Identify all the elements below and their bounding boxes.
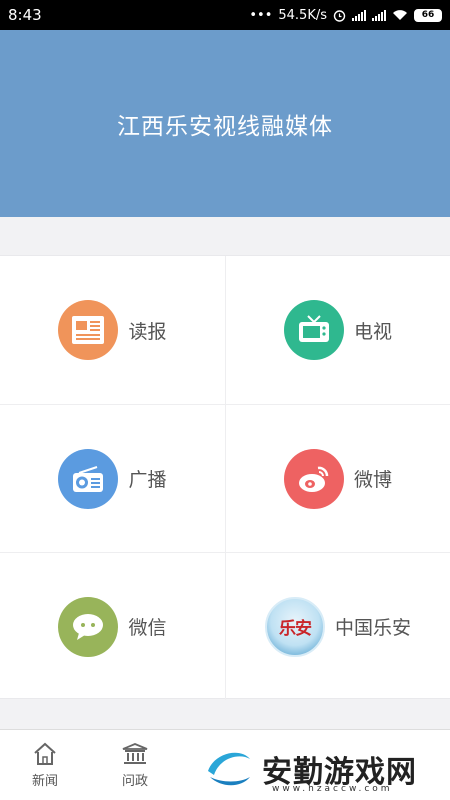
tv-icon [283,300,344,360]
watermark-overlay: 安勤游戏网 www.hzaccw.com [200,738,450,800]
menu-item-newspaper[interactable]: 读报 [0,256,225,404]
lean-logo-text: 乐安 [278,619,312,639]
menu-label-newspaper: 读报 [128,320,167,343]
status-indicators: ••• 54.5K/s 66 [249,8,442,23]
radio-icon [58,448,119,509]
menu-grid: 读报 电视 广播 微博 微信 乐安 中国乐安 [0,255,450,700]
menu-label-radio: 广播 [128,469,167,491]
app-title: 江西乐安视线融媒体 [117,113,333,140]
watermark-logo-icon [202,743,254,795]
more-dots-icon: ••• [249,7,273,23]
signal-icon-2 [372,9,386,21]
menu-label-china-lean: 中国乐安 [334,617,411,639]
wifi-icon [393,10,407,20]
nav-label-news: 新闻 [31,773,58,789]
status-bar: 8:43 ••• 54.5K/s 66 [0,0,450,30]
menu-label-weibo: 微博 [353,469,392,491]
government-icon [122,742,148,764]
watermark-url: www.hzaccw.com [272,784,393,794]
wechat-icon [58,596,119,657]
menu-item-radio[interactable]: 广播 [0,404,225,552]
newspaper-icon [58,300,119,360]
menu-item-wechat[interactable]: 微信 [0,552,225,700]
menu-item-china-lean[interactable]: 乐安 中国乐安 [225,552,450,700]
nav-item-politics[interactable]: 问政 [90,730,180,800]
menu-item-tv[interactable]: 电视 [225,256,450,404]
header-banner: 江西乐安视线融媒体 [0,30,450,217]
home-icon [34,742,56,765]
nav-item-news[interactable]: 新闻 [0,730,90,800]
weibo-icon [283,448,344,509]
battery-icon: 66 [414,8,442,22]
nav-label-politics: 问政 [121,773,148,789]
menu-label-wechat: 微信 [128,617,167,639]
menu-label-tv: 电视 [353,320,392,343]
status-time: 8:43 [8,6,42,24]
menu-item-weibo[interactable]: 微博 [225,404,450,552]
signal-icon [352,9,366,21]
lean-logo-icon: 乐安 [264,596,325,657]
network-speed: 54.5K/s [278,7,327,23]
alarm-icon [333,9,346,22]
